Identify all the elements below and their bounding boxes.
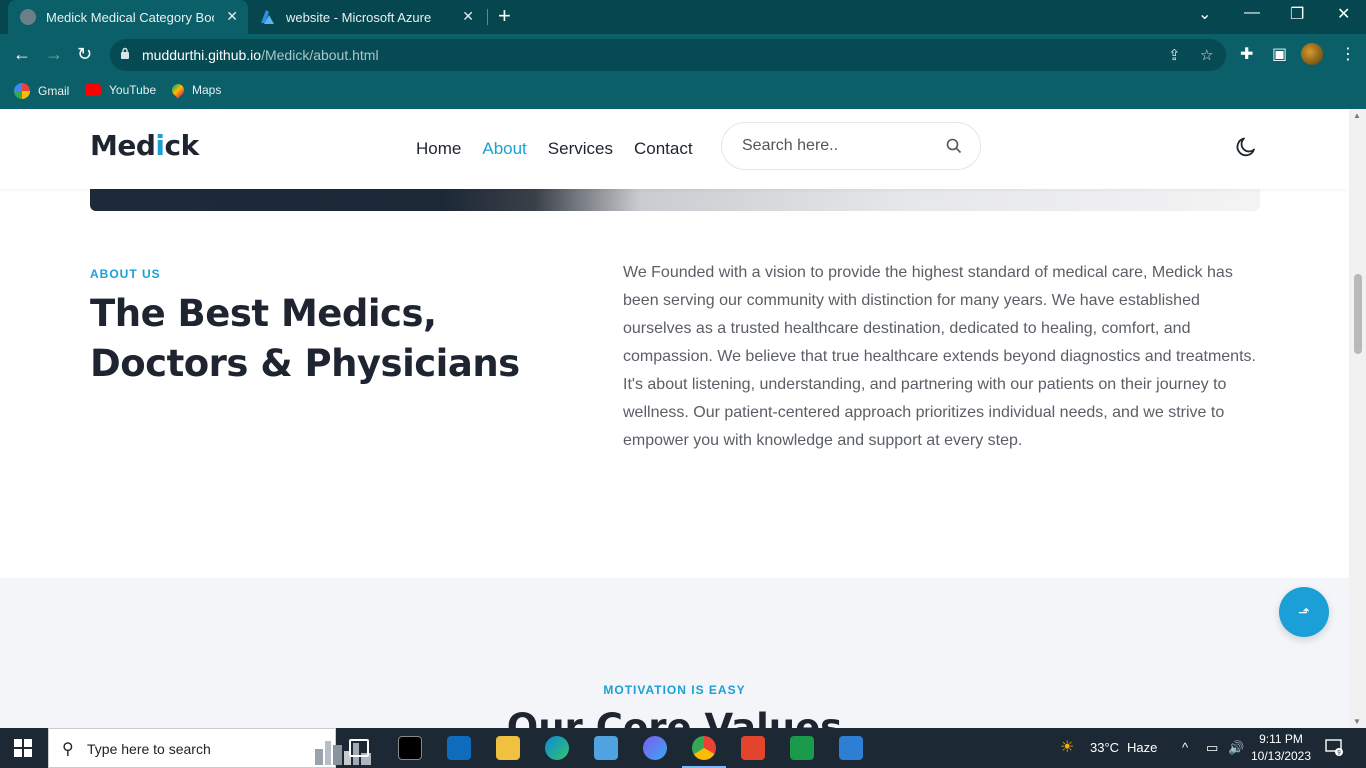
web-page: Medick Home About Services Contact ABOUT…	[0, 109, 1349, 728]
arrow-up-icon: ⬏	[1298, 603, 1310, 620]
weather-sun-icon[interactable]: ☀	[1060, 737, 1074, 757]
about-heading: The Best Medics, Doctors & Physicians	[90, 292, 520, 385]
search-icon[interactable]	[946, 138, 962, 154]
file-explorer-icon[interactable]	[496, 736, 520, 760]
volume-icon[interactable]: 🔊	[1228, 740, 1244, 756]
bookmark-maps[interactable]: Maps	[169, 81, 222, 99]
nav-about[interactable]: About	[482, 139, 526, 159]
network-icon[interactable]: ▭	[1206, 740, 1218, 756]
about-eyebrow: ABOUT US	[90, 267, 161, 281]
nav-home[interactable]: Home	[416, 139, 461, 159]
bookmark-youtube[interactable]: YouTube	[85, 83, 156, 97]
back-icon[interactable]: ←	[13, 44, 31, 65]
url-host: muddurthi.github.io	[142, 47, 262, 63]
weather-desc[interactable]: Haze	[1127, 740, 1157, 755]
remote-desktop-icon[interactable]	[594, 736, 618, 760]
scroll-up-arrow-icon[interactable]: ▲	[1353, 111, 1361, 120]
lock-icon	[121, 47, 129, 59]
notification-center-icon[interactable]: 9	[1325, 738, 1343, 756]
clock-date: 10/13/2023	[1250, 749, 1312, 763]
office-icon[interactable]	[741, 736, 765, 760]
about-paragraph: We Founded with a vision to provide the …	[623, 264, 1256, 449]
url-path: /Medick/about.html	[261, 47, 379, 63]
tab-title: website - Microsoft Azure	[286, 9, 432, 25]
tab-divider	[487, 9, 488, 25]
windows-taskbar: ⚲ Type here to search ☀ 33°C Haze ^ ▭ 🔊 …	[0, 728, 1366, 768]
bookmark-label: Maps	[192, 83, 222, 97]
city-skyline-icon	[315, 741, 371, 765]
address-bar[interactable]: muddurthi.github.io/Medick/about.html ⇪ …	[110, 39, 1226, 71]
bookmark-label: Gmail	[38, 84, 70, 98]
scroll-down-arrow-icon[interactable]: ▼	[1353, 717, 1361, 726]
taskbar-search-placeholder: Type here to search	[87, 741, 211, 757]
tab-title: Medick Medical Category Bootst	[46, 9, 214, 25]
dark-mode-moon-icon[interactable]	[1234, 135, 1258, 159]
extensions-puzzle-icon[interactable]: ✚	[1240, 44, 1253, 64]
clock-time: 9:11 PM	[1259, 732, 1303, 746]
nav-contact[interactable]: Contact	[634, 139, 693, 159]
tab-close-icon[interactable]: ✕	[462, 8, 474, 25]
mail-icon[interactable]	[447, 736, 471, 760]
forward-icon[interactable]: →	[45, 44, 63, 65]
tab-medick[interactable]: Medick Medical Category Bootst ✕	[8, 0, 248, 34]
bookmark-star-icon[interactable]: ☆	[1200, 46, 1213, 64]
youtube-icon	[85, 84, 101, 96]
search-input[interactable]	[742, 135, 932, 157]
logo-part: Med	[90, 129, 156, 162]
bookmarks-bar: Gmail YouTube Maps	[0, 76, 1366, 109]
url-text: muddurthi.github.io/Medick/about.html	[142, 47, 379, 63]
tray-chevron-up-icon[interactable]: ^	[1182, 740, 1188, 755]
address-toolbar: ← → ↻ muddurthi.github.io/Medick/about.h…	[0, 34, 1366, 76]
main-nav: Home About Services Contact	[416, 139, 693, 159]
logo-accent: i	[155, 129, 165, 162]
taskbar-search-box[interactable]: ⚲ Type here to search	[48, 728, 371, 768]
azure-icon	[261, 10, 274, 24]
values-heading: Our Core Values	[506, 706, 843, 728]
browser-tab-strip: Medick Medical Category Bootst ✕ website…	[0, 0, 1366, 34]
values-eyebrow: MOTIVATION IS EASY	[603, 683, 746, 697]
page-scrollbar[interactable]: ▲ ▼	[1349, 109, 1366, 728]
tab-search-chevron-icon[interactable]: ⌄	[1198, 4, 1211, 24]
terminal-icon[interactable]	[398, 736, 422, 760]
meet-icon[interactable]	[790, 736, 814, 760]
close-window-icon[interactable]: ✕	[1337, 4, 1350, 24]
windows-start-icon[interactable]	[14, 739, 32, 757]
site-search	[721, 122, 981, 170]
logo-part: ck	[164, 129, 200, 162]
globe-icon	[20, 9, 36, 25]
bookmark-gmail[interactable]: Gmail	[14, 83, 69, 99]
minimize-icon[interactable]: —	[1244, 4, 1260, 22]
chrome-icon[interactable]	[682, 736, 726, 768]
system-clock[interactable]: 9:11 PM 10/13/2023	[1250, 731, 1312, 765]
scroll-to-top-button[interactable]: ⬏	[1279, 587, 1329, 637]
new-tab-icon[interactable]: +	[498, 5, 511, 27]
maps-pin-icon	[169, 81, 187, 99]
weather-temp[interactable]: 33°C	[1090, 740, 1119, 755]
bookmark-label: YouTube	[109, 83, 157, 97]
restore-icon[interactable]: ❐	[1290, 4, 1304, 24]
photos-icon[interactable]	[839, 736, 863, 760]
side-panel-icon[interactable]: ▣	[1272, 44, 1287, 64]
tab-azure[interactable]: website - Microsoft Azure ✕	[252, 0, 484, 34]
profile-avatar[interactable]	[1301, 43, 1323, 65]
menu-kebab-icon[interactable]: ⋮	[1340, 44, 1356, 64]
reload-icon[interactable]: ↻	[77, 44, 92, 65]
copilot-icon[interactable]	[643, 736, 667, 760]
scrollbar-thumb[interactable]	[1354, 274, 1362, 354]
nav-services[interactable]: Services	[548, 139, 613, 159]
google-icon	[14, 83, 30, 99]
site-logo[interactable]: Medick	[90, 129, 199, 162]
edge-icon[interactable]	[545, 736, 569, 760]
search-icon: ⚲	[62, 741, 74, 758]
share-icon[interactable]: ⇪	[1168, 46, 1181, 64]
core-values-section: MOTIVATION IS EASY Our Core Values	[0, 578, 1349, 728]
tab-close-icon[interactable]: ✕	[226, 8, 238, 25]
task-view-icon[interactable]	[349, 739, 369, 757]
site-header: Medick Home About Services Contact	[0, 109, 1349, 189]
